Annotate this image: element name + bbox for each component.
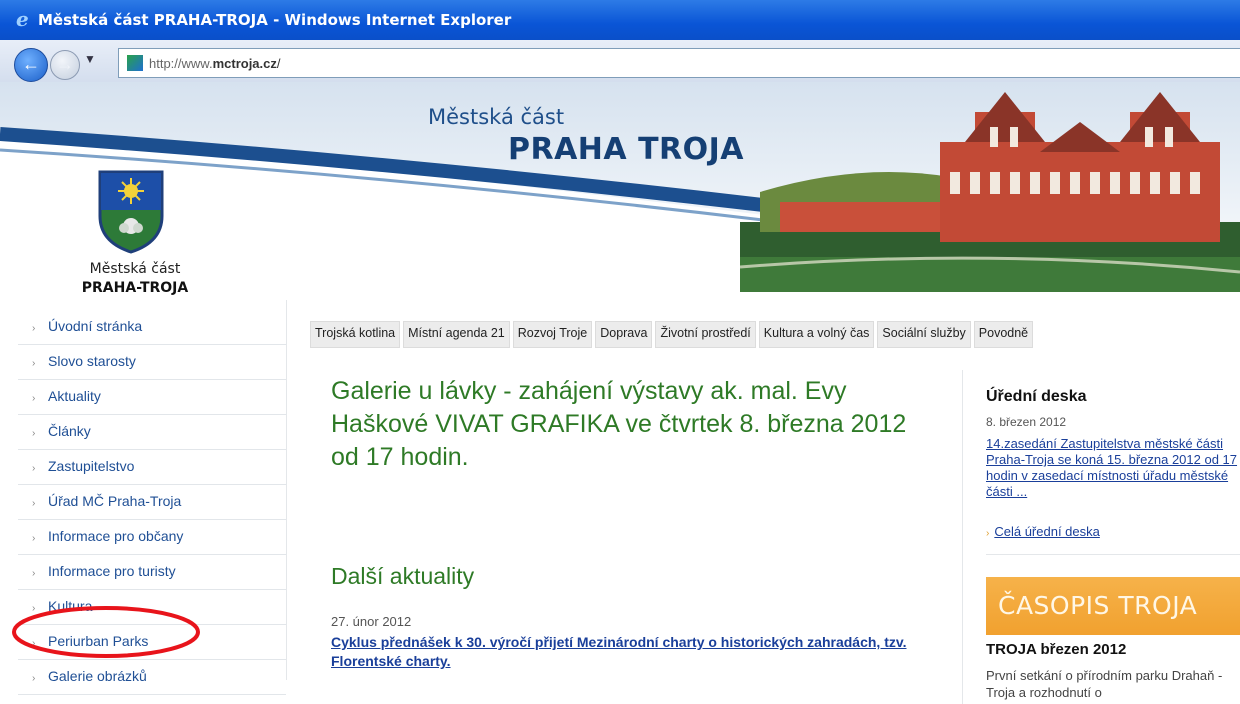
official-board-date: 8. březen 2012 [986, 415, 1067, 429]
chevron-right-icon: › [986, 528, 990, 539]
magazine-issue-title[interactable]: TROJA březen 2012 [986, 641, 1126, 658]
bullet-icon: › [32, 533, 36, 544]
bullet-icon: › [32, 498, 36, 509]
logo-caption-line2: PRAHA-TROJA [81, 280, 189, 296]
site-favicon-icon [127, 55, 143, 71]
sidebar-item-informace-turiste[interactable]: › Informace pro turisty [18, 555, 286, 590]
sidebar-item-informace-obcane[interactable]: › Informace pro občany [18, 520, 286, 555]
more-news-heading: Další aktuality [331, 563, 475, 589]
news-item-link[interactable]: Cyklus přednášek k 30. výročí přijetí Me… [331, 633, 931, 671]
logo-caption-line1: Městská část [89, 261, 181, 277]
troja-palace-photo [740, 92, 1240, 292]
news-date: 27. únor 2012 [331, 614, 412, 629]
official-board-notice-link[interactable]: 14.zasedání Zastupitelstva městské části… [986, 436, 1240, 500]
bullet-icon: › [32, 463, 36, 474]
right-column-divider [986, 554, 1240, 555]
window-titlebar: e Městská část PRAHA-TROJA - Windows Int… [0, 0, 1240, 40]
svg-text:e: e [16, 9, 29, 29]
sidebar-item-urad[interactable]: › Úřad MČ Praha-Troja [18, 485, 286, 520]
forward-button[interactable]: → [50, 50, 80, 80]
tab-socialni-sluzby[interactable]: Sociální služby [877, 321, 971, 348]
sidebar-item-zastupitelstvo[interactable]: › Zastupitelstvo [18, 450, 286, 485]
sidebar-item-aktuality[interactable]: › Aktuality [18, 380, 286, 415]
tab-trojska-kotlina[interactable]: Trojská kotlina [310, 321, 401, 348]
tab-povodne[interactable]: Povodně [973, 321, 1034, 348]
coat-of-arms-logo[interactable] [98, 170, 164, 254]
tab-mistni-agenda[interactable]: Místní agenda 21 [403, 321, 510, 348]
brand-subtitle: Městská část [428, 105, 565, 129]
sidebar-item-slovo-starosty[interactable]: › Slovo starosty [18, 345, 286, 380]
bullet-icon: › [32, 673, 36, 684]
tab-doprava[interactable]: Doprava [595, 321, 653, 348]
history-dropdown-icon[interactable]: ▼ [84, 52, 96, 66]
window-title: Městská část PRAHA-TROJA - Windows Inter… [38, 11, 512, 29]
sidebar-item-galerie[interactable]: › Galerie obrázků [18, 660, 286, 695]
bullet-icon: › [32, 393, 36, 404]
url-text: http://www.mctroja.cz/ [149, 56, 281, 71]
bullet-icon: › [32, 428, 36, 439]
tab-kultura-volny-cas[interactable]: Kultura a volný čas [758, 321, 875, 348]
bullet-icon: › [32, 358, 36, 369]
brand-title: PRAHA TROJA [508, 132, 745, 167]
tab-rozvoj-troje[interactable]: Rozvoj Troje [512, 321, 593, 348]
red-highlight-ellipse [12, 606, 200, 658]
back-button[interactable]: ← [14, 48, 48, 82]
topic-tab-bar: Trojská kotlina Místní agenda 21 Rozvoj … [310, 321, 1034, 348]
lead-article-headline[interactable]: Galerie u lávky - zahájení výstavy ak. m… [331, 375, 931, 474]
magazine-banner-label: ČASOPIS TROJA [998, 591, 1198, 620]
back-arrow-icon: ← [22, 54, 40, 74]
internet-explorer-icon: e [16, 9, 29, 29]
magazine-banner[interactable]: ČASOPIS TROJA [986, 577, 1240, 635]
sidebar-item-uvodni-stranka[interactable]: › Úvodní stránka [18, 310, 286, 345]
sidebar-item-clanky[interactable]: › Články [18, 415, 286, 450]
bullet-icon: › [32, 323, 36, 334]
tab-zivotni-prostredi[interactable]: Životní prostředí [655, 321, 756, 348]
magazine-issue-text: První setkání o přírodním parku Drahaň -… [986, 668, 1223, 700]
forward-arrow-icon: → [56, 54, 74, 74]
address-bar[interactable]: http://www.mctroja.cz/ [118, 48, 1240, 78]
bullet-icon: › [32, 568, 36, 579]
official-board-all-link[interactable]: › Celá úřední deska [986, 524, 1100, 539]
sidebar-divider [286, 300, 287, 680]
official-board-title: Úřední deska [986, 388, 1087, 405]
